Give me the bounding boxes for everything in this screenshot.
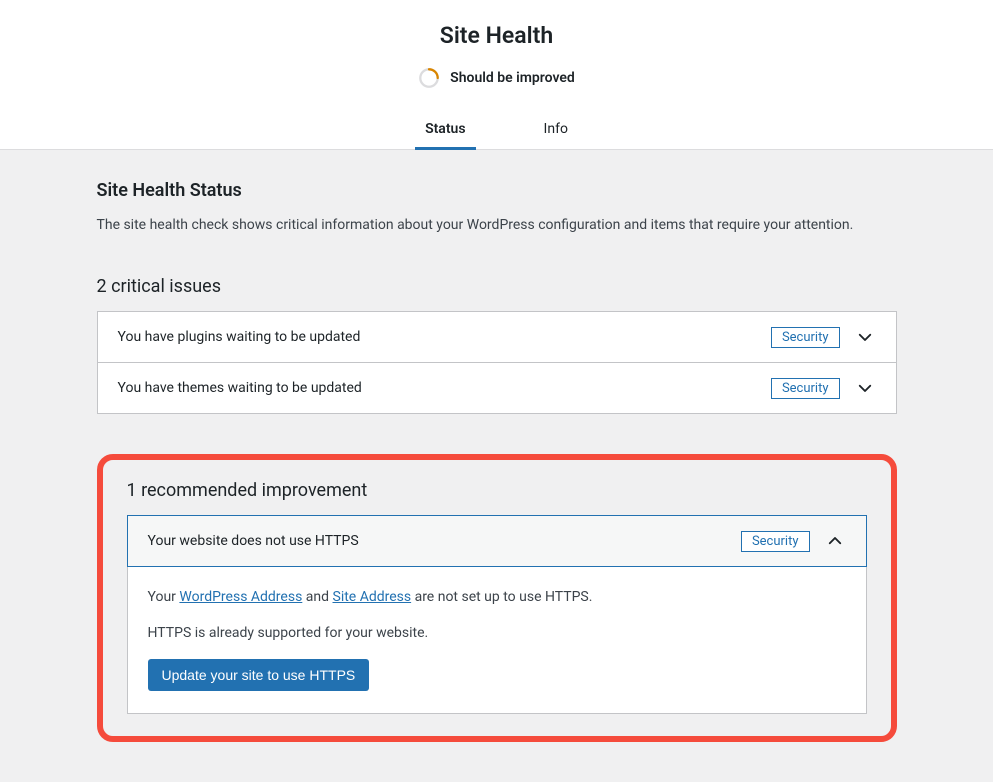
chevron-up-icon bbox=[824, 530, 846, 552]
accordion-toggle-themes[interactable]: You have themes waiting to be updated Se… bbox=[98, 363, 896, 413]
site-address-link[interactable]: Site Address bbox=[333, 589, 412, 605]
security-badge: Security bbox=[771, 327, 840, 348]
text: are not set up to use HTTPS. bbox=[411, 589, 592, 605]
update-https-button[interactable]: Update your site to use HTTPS bbox=[148, 659, 370, 691]
issue-title: You have themes waiting to be updated bbox=[118, 380, 757, 396]
page-title: Site Health bbox=[0, 22, 993, 49]
accordion-item: You have themes waiting to be updated Se… bbox=[98, 363, 896, 413]
security-badge: Security bbox=[771, 378, 840, 399]
status-label: Should be improved bbox=[450, 70, 575, 86]
status-heading: Site Health Status bbox=[97, 180, 897, 201]
status-description: The site health check shows critical inf… bbox=[97, 215, 897, 236]
accordion-toggle-https[interactable]: Your website does not use HTTPS Security bbox=[127, 515, 867, 567]
critical-issues-heading: 2 critical issues bbox=[97, 276, 897, 297]
accordion-item: Your website does not use HTTPS Security… bbox=[128, 515, 866, 713]
tab-status[interactable]: Status bbox=[421, 111, 469, 149]
https-body-line1: Your WordPress Address and Site Address … bbox=[148, 586, 846, 608]
recommended-list: Your website does not use HTTPS Security… bbox=[127, 515, 867, 714]
chevron-down-icon bbox=[854, 326, 876, 348]
chevron-down-icon bbox=[854, 377, 876, 399]
recommended-heading: 1 recommended improvement bbox=[127, 480, 867, 501]
text: Your bbox=[148, 589, 180, 605]
issue-title: You have plugins waiting to be updated bbox=[118, 329, 757, 345]
wordpress-address-link[interactable]: WordPress Address bbox=[179, 589, 302, 605]
https-body-line2: HTTPS is already supported for your webs… bbox=[148, 622, 846, 644]
progress-circle-icon bbox=[418, 67, 440, 89]
status-indicator: Should be improved bbox=[418, 67, 575, 89]
accordion-body: Your WordPress Address and Site Address … bbox=[128, 566, 866, 713]
text: and bbox=[302, 589, 332, 605]
issue-title: Your website does not use HTTPS bbox=[148, 533, 727, 549]
tabs: Status Info bbox=[0, 111, 993, 150]
recommended-highlight: 1 recommended improvement Your website d… bbox=[97, 454, 897, 742]
critical-issues-list: You have plugins waiting to be updated S… bbox=[97, 311, 897, 414]
security-badge: Security bbox=[741, 531, 810, 552]
accordion-toggle-plugins[interactable]: You have plugins waiting to be updated S… bbox=[98, 312, 896, 362]
accordion-item: You have plugins waiting to be updated S… bbox=[98, 312, 896, 363]
tab-info[interactable]: Info bbox=[540, 111, 572, 149]
